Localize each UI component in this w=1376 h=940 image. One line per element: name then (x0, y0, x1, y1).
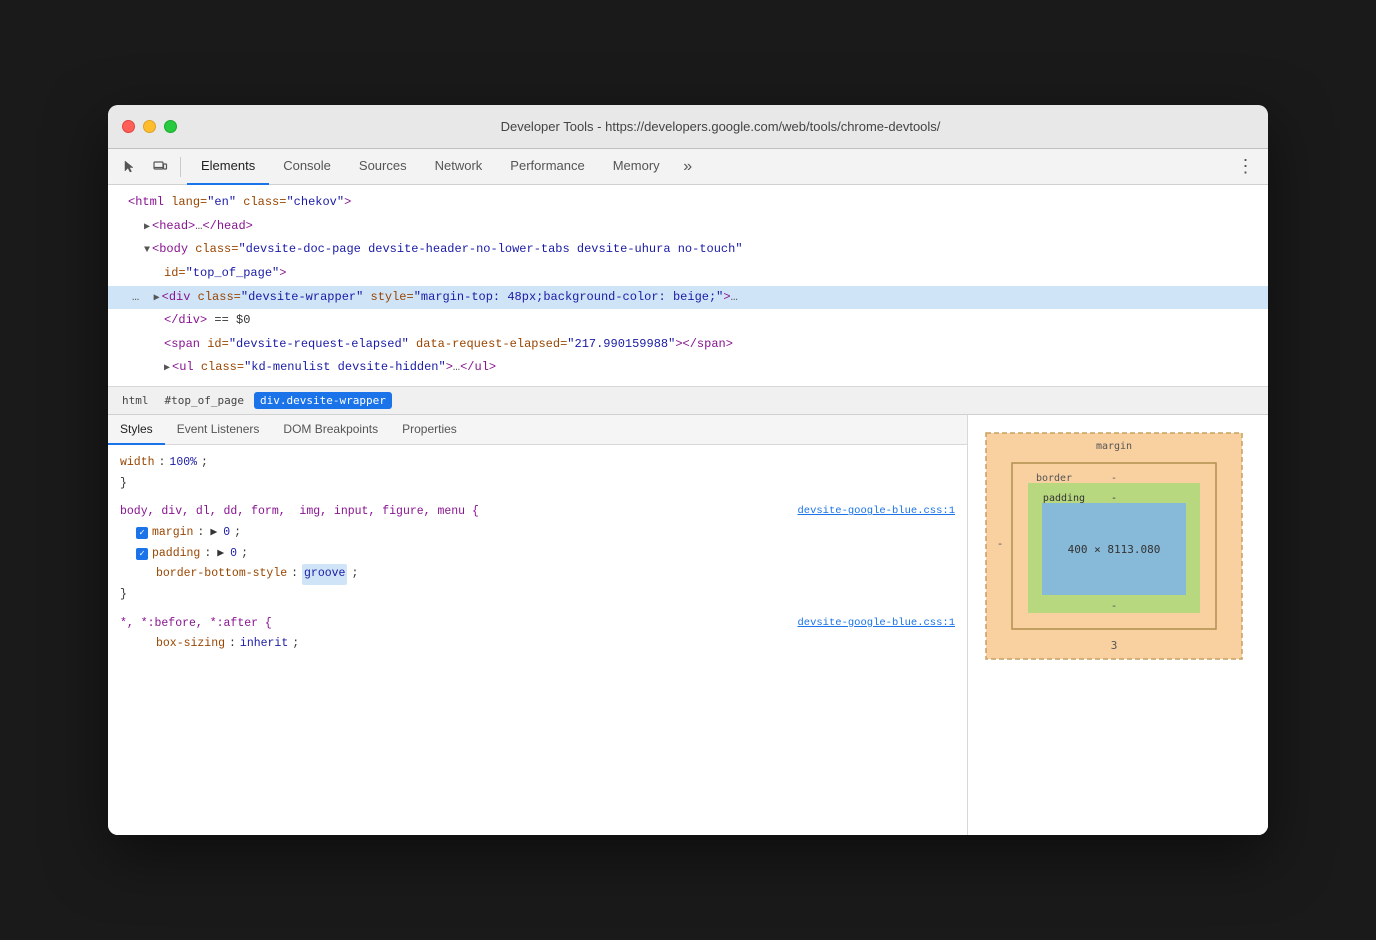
css-selector-line: *, *:before, *:after { devsite-google-bl… (120, 614, 955, 635)
svg-text:border: border (1036, 473, 1072, 484)
cursor-icon[interactable] (116, 153, 144, 181)
css-rule-width: width: 100%; } (120, 453, 955, 494)
dom-line: <span id="devsite-request-elapsed" data-… (108, 333, 1268, 357)
css-selector-line: body, div, dl, dd, form, img, input, fig… (120, 502, 955, 523)
breadcrumb-top-of-page[interactable]: #top_of_page (159, 392, 250, 409)
svg-text:-: - (1111, 473, 1117, 484)
dom-line: ▼<body class="devsite-doc-page devsite-h… (108, 238, 1268, 262)
svg-text:400 × 8113.080: 400 × 8113.080 (1068, 543, 1161, 556)
css-padding-line: ✓ padding:▶0; (120, 544, 955, 565)
tab-elements[interactable]: Elements (187, 149, 269, 185)
tab-styles[interactable]: Styles (108, 415, 165, 445)
svg-text:padding: padding (1043, 493, 1085, 504)
css-source-link-2[interactable]: devsite-google-blue.css:1 (797, 614, 955, 635)
css-closing-brace: } (120, 585, 955, 606)
svg-text:-: - (1111, 493, 1117, 504)
styles-panel: Styles Event Listeners DOM Breakpoints P… (108, 415, 968, 835)
expand-icon[interactable]: ▶ (144, 219, 150, 237)
css-rule-box-sizing: *, *:before, *:after { devsite-google-bl… (120, 614, 955, 655)
tab-performance[interactable]: Performance (496, 149, 598, 185)
devtools-toolbar: Elements Console Sources Network Perform… (108, 149, 1268, 185)
tab-network[interactable]: Network (421, 149, 497, 185)
tab-console[interactable]: Console (269, 149, 345, 185)
styles-tabs: Styles Event Listeners DOM Breakpoints P… (108, 415, 967, 445)
css-prop-line: width: 100%; (120, 453, 955, 474)
maximize-button[interactable] (164, 120, 177, 133)
css-source-link[interactable]: devsite-google-blue.css:1 (797, 502, 955, 521)
css-checkbox-padding[interactable]: ✓ (136, 548, 148, 560)
expand-icon[interactable]: ▶ (154, 290, 160, 308)
devtools-tabs: Elements Console Sources Network Perform… (187, 149, 1230, 185)
expand-icon[interactable]: ▶ (164, 360, 170, 378)
breadcrumb-bar: html #top_of_page div.devsite-wrapper (108, 387, 1268, 415)
tab-properties[interactable]: Properties (390, 415, 469, 445)
box-model-diagram: margin 48 border - padding - 400 × 8113.… (984, 431, 1244, 661)
traffic-lights (122, 120, 177, 133)
svg-text:margin: margin (1096, 441, 1132, 452)
css-box-sizing-line: box-sizing: inherit; (120, 634, 955, 655)
tab-memory[interactable]: Memory (599, 149, 674, 185)
breadcrumb-devsite-wrapper[interactable]: div.devsite-wrapper (254, 392, 392, 409)
breadcrumb-html[interactable]: html (116, 392, 155, 409)
svg-text:-: - (997, 537, 1004, 550)
css-rule-reset: body, div, dl, dd, form, img, input, fig… (120, 502, 955, 605)
minimize-button[interactable] (143, 120, 156, 133)
box-model-panel: margin 48 border - padding - 400 × 8113.… (968, 415, 1268, 835)
toolbar-divider (180, 157, 181, 177)
close-button[interactable] (122, 120, 135, 133)
css-margin-line: ✓ margin:▶0; (120, 523, 955, 544)
dom-line: <html lang="en" class="chekov"> (108, 191, 1268, 215)
dom-line: </div> == $0 (108, 309, 1268, 333)
svg-text:-: - (1111, 599, 1118, 612)
dom-tag: <html (128, 195, 171, 209)
styles-content: width: 100%; } body, div, dl, dd, form, … (108, 445, 967, 835)
tab-event-listeners[interactable]: Event Listeners (165, 415, 272, 445)
dom-line-selected[interactable]: … ▶<div class="devsite-wrapper" style="m… (108, 286, 1268, 310)
dom-line: ▶<ul class="kd-menulist devsite-hidden">… (108, 356, 1268, 380)
bottom-panel: Styles Event Listeners DOM Breakpoints P… (108, 415, 1268, 835)
device-icon[interactable] (146, 153, 174, 181)
css-border-bottom-line: border-bottom-style: groove; (120, 564, 955, 585)
css-closing-brace: } (120, 474, 955, 495)
title-bar: Developer Tools - https://developers.goo… (108, 105, 1268, 149)
tab-dom-breakpoints[interactable]: DOM Breakpoints (271, 415, 390, 445)
dom-panel: <html lang="en" class="chekov"> ▶<head>…… (108, 185, 1268, 387)
window-title: Developer Tools - https://developers.goo… (187, 119, 1254, 134)
tab-sources[interactable]: Sources (345, 149, 421, 185)
collapse-icon[interactable]: ▼ (144, 242, 150, 260)
css-checkbox-margin[interactable]: ✓ (136, 527, 148, 539)
dom-line: id="top_of_page"> (108, 262, 1268, 286)
devtools-menu-button[interactable]: ⋮ (1232, 153, 1260, 181)
dom-line: ▶<head>…</head> (108, 215, 1268, 239)
more-tabs-button[interactable]: » (674, 153, 702, 181)
svg-text:3: 3 (1111, 639, 1118, 652)
devtools-window: Developer Tools - https://developers.goo… (108, 105, 1268, 835)
